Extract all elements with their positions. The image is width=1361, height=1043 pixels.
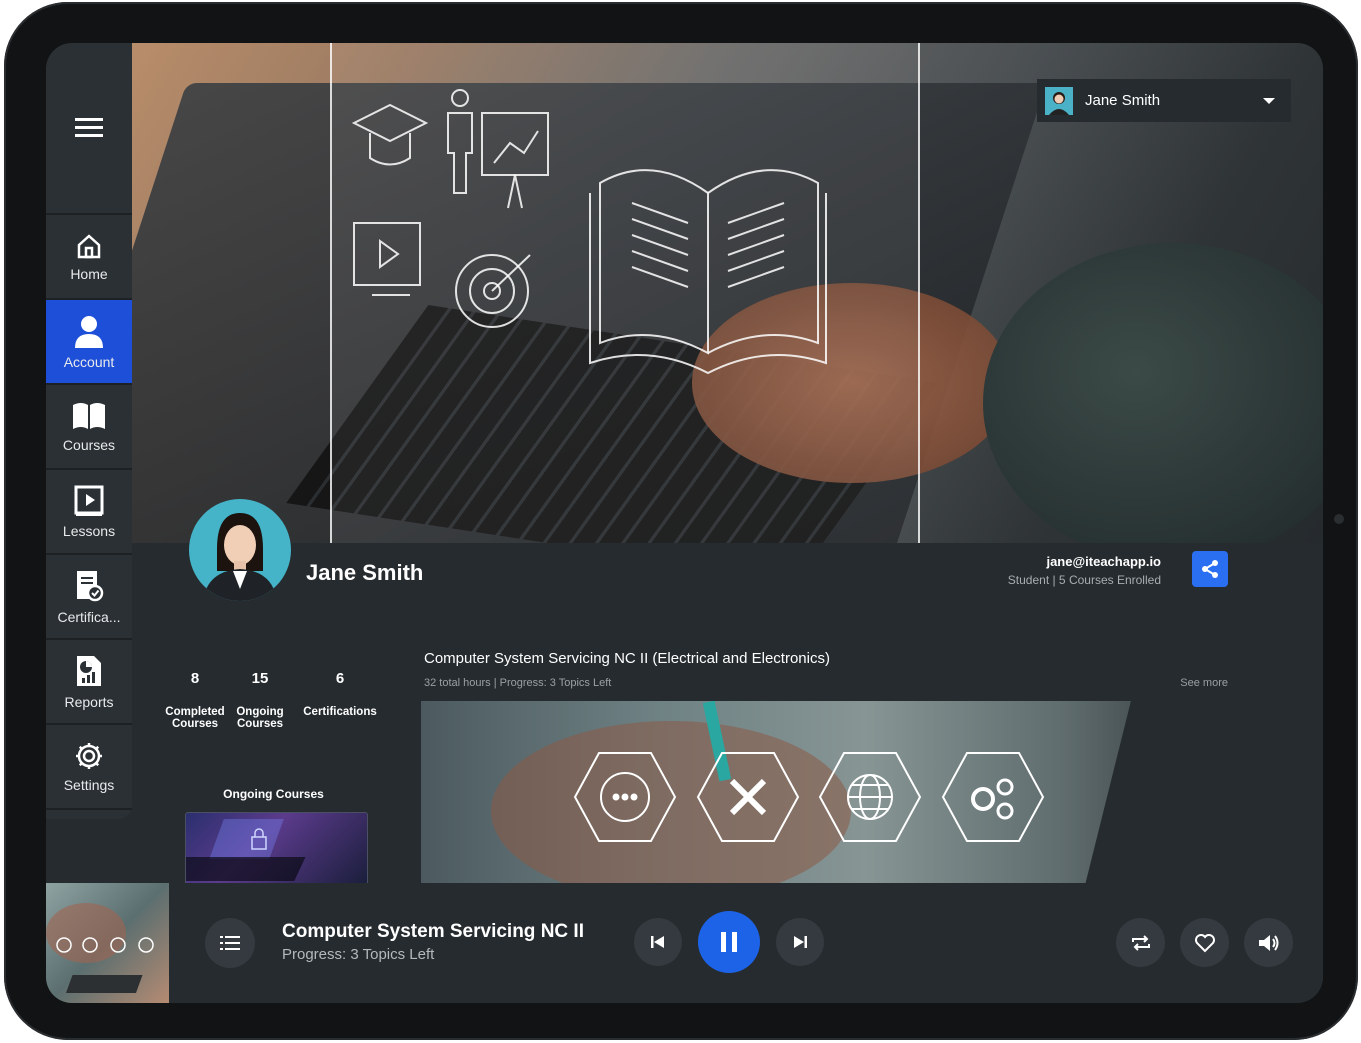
course-title: Computer System Servicing NC II (Electri… — [424, 650, 830, 667]
now-playing-title: Computer System Servicing NC II — [282, 921, 584, 942]
sidebar-item-reports[interactable]: Reports — [46, 640, 132, 725]
share-button[interactable] — [1192, 551, 1228, 587]
stat-value: 8 — [190, 670, 200, 687]
stat-value: 6 — [335, 670, 345, 687]
profile-role: Student | 5 Courses Enrolled — [1007, 573, 1161, 587]
sidebar-item-home[interactable]: Home — [46, 215, 132, 300]
sidebar-item-settings[interactable]: Settings — [46, 725, 132, 810]
profile-avatar — [189, 499, 291, 601]
sidebar-item-label: Certifica... — [57, 608, 121, 625]
favorite-button[interactable] — [1180, 918, 1229, 967]
list-icon — [220, 936, 240, 950]
course-banner[interactable] — [421, 701, 1228, 885]
stat-value: 15 — [251, 670, 269, 687]
hamburger-icon — [75, 118, 103, 137]
sidebar-item-certificates[interactable]: Certifica... — [46, 555, 132, 640]
volume-button[interactable] — [1244, 918, 1293, 967]
stat-completed: 8 Completed Courses — [162, 670, 228, 730]
playlist-button[interactable] — [205, 918, 255, 968]
camera — [1334, 514, 1344, 524]
support-chat-icon — [573, 752, 677, 842]
ongoing-courses-title: Ongoing Courses — [223, 787, 324, 801]
profile-name: Jane Smith — [306, 560, 424, 585]
book-icon — [73, 402, 105, 429]
stat-ongoing: 15 Ongoing Courses — [230, 670, 290, 730]
sidebar-item-label: Account — [63, 353, 115, 370]
gears-icon — [941, 752, 1045, 842]
user-dropdown-avatar — [1045, 86, 1073, 115]
tools-icon — [696, 752, 800, 842]
sidebar: Home Account Courses Lessons Certifica..… — [46, 43, 132, 819]
video-lesson-icon — [74, 485, 104, 516]
sidebar-item-label: Lessons — [62, 522, 116, 539]
app-screen: Jane Smith Home Account Courses Lessons … — [46, 43, 1323, 1003]
certificate-icon — [77, 570, 104, 601]
holographic-panel — [330, 43, 920, 543]
tablet-frame: Jane Smith Home Account Courses Lessons … — [4, 2, 1358, 1040]
stat-certifications: 6 Certifications — [298, 670, 382, 718]
next-button[interactable] — [776, 918, 824, 966]
hero-banner: Jane Smith — [132, 43, 1323, 543]
user-icon — [75, 315, 103, 348]
skip-previous-icon — [651, 936, 664, 948]
volume-icon — [1258, 934, 1278, 951]
sidebar-item-label: Home — [70, 265, 108, 282]
stat-label: Ongoing Courses — [236, 706, 284, 730]
home-icon — [77, 233, 101, 258]
arm-image — [983, 243, 1323, 543]
sidebar-item-label: Reports — [64, 693, 114, 710]
chevron-down-icon — [1263, 97, 1275, 104]
lock-icon — [186, 819, 306, 881]
ongoing-course-thumbnail[interactable] — [185, 812, 368, 886]
hamburger-menu-button[interactable] — [46, 43, 132, 215]
gear-icon — [76, 742, 102, 769]
stat-label: Certifications — [303, 706, 377, 718]
report-icon — [77, 655, 101, 686]
profile-email: jane@iteachapp.io — [1046, 554, 1161, 569]
repeat-icon — [1131, 934, 1150, 951]
now-playing-subtitle: Progress: 3 Topics Left — [282, 946, 435, 963]
media-player: Computer System Servicing NC II Progress… — [46, 883, 1323, 1003]
stat-label: Completed Courses — [165, 706, 225, 730]
heart-icon — [1194, 933, 1215, 952]
user-dropdown-name: Jane Smith — [1085, 92, 1161, 109]
pause-button[interactable] — [698, 911, 760, 973]
now-playing-thumbnail — [46, 883, 169, 1003]
sidebar-item-account[interactable]: Account — [46, 300, 132, 385]
share-icon — [1202, 560, 1218, 578]
sidebar-item-lessons[interactable]: Lessons — [46, 470, 132, 555]
course-meta: 32 total hours | Progress: 3 Topics Left — [424, 677, 612, 689]
user-dropdown[interactable]: Jane Smith — [1037, 79, 1291, 122]
repeat-button[interactable] — [1116, 918, 1165, 967]
pause-icon — [721, 932, 737, 952]
see-more-link[interactable]: See more — [1146, 677, 1228, 689]
skip-next-icon — [794, 936, 807, 948]
sidebar-item-courses[interactable]: Courses — [46, 385, 132, 470]
sidebar-item-label: Courses — [62, 436, 116, 453]
sidebar-item-label: Settings — [63, 776, 115, 793]
previous-button[interactable] — [634, 918, 682, 966]
globe-icon — [818, 752, 922, 842]
